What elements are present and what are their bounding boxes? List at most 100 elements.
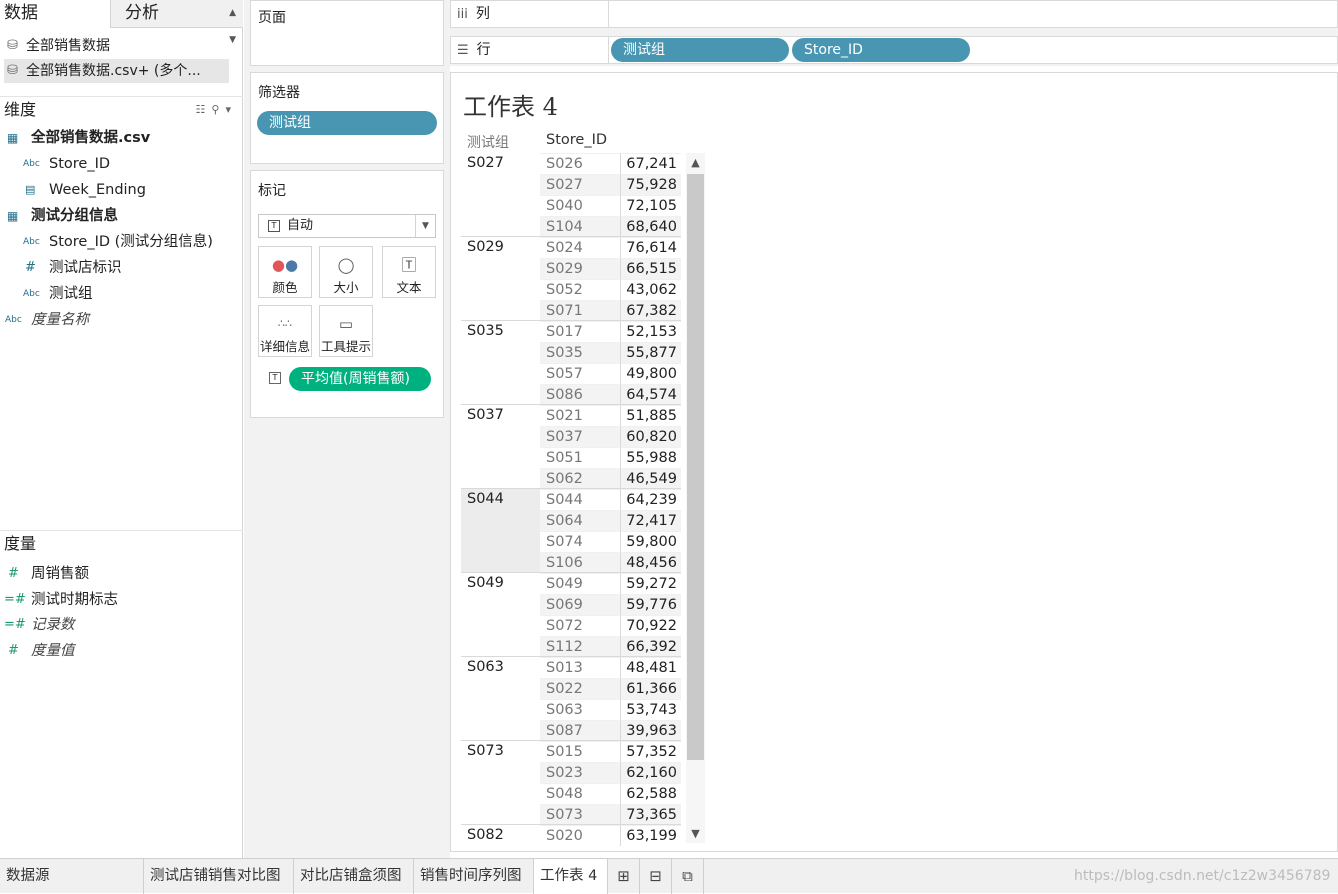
- group-header-cell[interactable]: S049: [467, 575, 504, 591]
- sales-value-cell[interactable]: 39,963: [620, 720, 681, 741]
- store-id-cell[interactable]: S057: [540, 363, 620, 384]
- color-button[interactable]: ●● 颜色: [258, 246, 312, 298]
- group-header-cell[interactable]: S044: [467, 491, 504, 507]
- store-id-cell[interactable]: S072: [540, 615, 620, 636]
- size-button[interactable]: ◯ 大小: [319, 246, 373, 298]
- store-id-cell[interactable]: S073: [540, 804, 620, 825]
- store-id-cell[interactable]: S017: [540, 321, 620, 342]
- field-weekly-sales[interactable]: # 周销售额: [0, 561, 240, 587]
- sales-value-cell[interactable]: 48,456: [620, 552, 681, 573]
- filter-pill-test-group[interactable]: 测试组: [257, 111, 437, 135]
- scroll-down-icon[interactable]: ▼: [686, 825, 705, 843]
- group-header-cell[interactable]: S063: [467, 659, 504, 675]
- new-worksheet-icon[interactable]: ⊞: [608, 859, 640, 894]
- store-id-cell[interactable]: S020: [540, 825, 620, 846]
- sales-value-cell[interactable]: 60,820: [620, 426, 681, 447]
- sort-arrows-icon[interactable]: ▲ ▼: [229, 0, 236, 54]
- store-id-cell[interactable]: S048: [540, 783, 620, 804]
- store-id-cell[interactable]: S021: [540, 405, 620, 426]
- store-id-cell[interactable]: S063: [540, 699, 620, 720]
- field-record-count[interactable]: =# 记录数: [0, 612, 240, 638]
- sales-value-cell[interactable]: 53,743: [620, 699, 681, 720]
- group-header-cell[interactable]: S035: [467, 323, 504, 339]
- sales-value-cell[interactable]: 72,105: [620, 195, 681, 216]
- new-story-icon[interactable]: ⧉: [672, 859, 704, 894]
- sales-value-cell[interactable]: 55,988: [620, 447, 681, 468]
- rows-shelf[interactable]: ☰ 行 测试组 Store_ID: [450, 36, 1338, 64]
- sales-value-cell[interactable]: 59,776: [620, 594, 681, 615]
- scroll-up-icon[interactable]: ▲: [686, 154, 705, 172]
- store-id-cell[interactable]: S035: [540, 342, 620, 363]
- field-measure-values[interactable]: # 度量值: [0, 638, 240, 664]
- group-header-cell[interactable]: S029: [467, 239, 504, 255]
- menu-dropdown-icon[interactable]: ▾: [225, 103, 237, 116]
- store-id-cell[interactable]: S024: [540, 237, 620, 258]
- vertical-scrollbar[interactable]: ▲ ▼: [686, 153, 705, 843]
- store-id-cell[interactable]: S040: [540, 195, 620, 216]
- mark-type-select[interactable]: T 自动 ▼: [258, 214, 436, 238]
- store-id-cell[interactable]: S027: [540, 174, 620, 195]
- sales-value-cell[interactable]: 70,922: [620, 615, 681, 636]
- sales-value-cell[interactable]: 75,928: [620, 174, 681, 195]
- store-id-cell[interactable]: S086: [540, 384, 620, 405]
- field-store-id-group-info[interactable]: Abc Store_ID (测试分组信息): [0, 229, 240, 255]
- field-measure-names[interactable]: Abc 度量名称: [0, 307, 240, 333]
- sales-value-cell[interactable]: 76,614: [620, 237, 681, 258]
- text-button[interactable]: 🅃 文本: [382, 246, 436, 298]
- store-id-cell[interactable]: S106: [540, 552, 620, 573]
- store-id-cell[interactable]: S064: [540, 510, 620, 531]
- store-id-cell[interactable]: S051: [540, 447, 620, 468]
- scrollbar-thumb[interactable]: [687, 174, 704, 760]
- row-pill-store-id[interactable]: Store_ID: [792, 38, 970, 62]
- store-id-cell[interactable]: S015: [540, 741, 620, 762]
- sales-value-cell[interactable]: 48,481: [620, 657, 681, 678]
- field-test-store-flag[interactable]: # 测试店标识: [0, 255, 240, 281]
- store-id-cell[interactable]: S062: [540, 468, 620, 489]
- sales-value-cell[interactable]: 64,239: [620, 489, 681, 510]
- pages-card[interactable]: 页面: [250, 0, 444, 66]
- sales-value-cell[interactable]: 64,574: [620, 384, 681, 405]
- tooltip-button[interactable]: ▭ 工具提示: [319, 305, 373, 357]
- tab-datasource[interactable]: 数据源: [0, 859, 144, 894]
- header-test-group[interactable]: 测试组: [467, 132, 509, 152]
- store-id-cell[interactable]: S074: [540, 531, 620, 552]
- group-header-cell[interactable]: S037: [467, 407, 504, 423]
- store-id-cell[interactable]: S026: [540, 153, 620, 174]
- tab-sheet-1[interactable]: 测试店铺销售对比图: [144, 859, 294, 894]
- store-id-cell[interactable]: S013: [540, 657, 620, 678]
- store-id-cell[interactable]: S044: [540, 489, 620, 510]
- sales-value-cell[interactable]: 62,160: [620, 762, 681, 783]
- dimension-table-sales[interactable]: ▦ 全部销售数据.csv: [0, 125, 240, 151]
- sales-value-cell[interactable]: 57,352: [620, 741, 681, 762]
- header-store-id[interactable]: Store_ID: [546, 132, 607, 148]
- field-test-group[interactable]: Abc 测试组: [0, 281, 240, 307]
- field-store-id[interactable]: Abc Store_ID: [0, 151, 240, 177]
- field-week-ending[interactable]: ▤ Week_Ending: [0, 177, 240, 203]
- row-pill-test-group[interactable]: 测试组: [611, 38, 789, 62]
- group-header-cell[interactable]: S073: [467, 743, 504, 759]
- sales-value-cell[interactable]: 68,640: [620, 216, 681, 237]
- detail-button[interactable]: ∴∴ 详细信息: [258, 305, 312, 357]
- tab-analysis[interactable]: 分析 ▲ ▼: [110, 0, 243, 45]
- group-header-cell[interactable]: S027: [467, 155, 504, 171]
- tab-sheet-2[interactable]: 对比店铺盒须图: [294, 859, 414, 894]
- datasource-item[interactable]: ⛁ 全部销售数据: [4, 34, 229, 58]
- dimension-table-group-info[interactable]: ▦ 测试分组信息: [0, 203, 240, 229]
- sales-value-cell[interactable]: 66,515: [620, 258, 681, 279]
- sales-value-cell[interactable]: 49,800: [620, 363, 681, 384]
- tab-data[interactable]: 数据: [0, 0, 110, 28]
- store-id-cell[interactable]: S071: [540, 300, 620, 321]
- tab-sheet-3[interactable]: 销售时间序列图: [414, 859, 534, 894]
- sales-value-cell[interactable]: 62,588: [620, 783, 681, 804]
- tab-sheet-4-active[interactable]: 工作表 4: [534, 859, 608, 894]
- sales-value-cell[interactable]: 67,382: [620, 300, 681, 321]
- store-id-cell[interactable]: S022: [540, 678, 620, 699]
- sales-value-cell[interactable]: 52,153: [620, 321, 681, 342]
- sales-value-cell[interactable]: 59,272: [620, 573, 681, 594]
- columns-shelf[interactable]: iii 列: [450, 0, 1338, 28]
- sales-value-cell[interactable]: 43,062: [620, 279, 681, 300]
- text-pill-avg-weekly-sales[interactable]: 平均值(周销售额): [289, 367, 431, 391]
- sales-value-cell[interactable]: 61,366: [620, 678, 681, 699]
- sales-value-cell[interactable]: 55,877: [620, 342, 681, 363]
- store-id-cell[interactable]: S037: [540, 426, 620, 447]
